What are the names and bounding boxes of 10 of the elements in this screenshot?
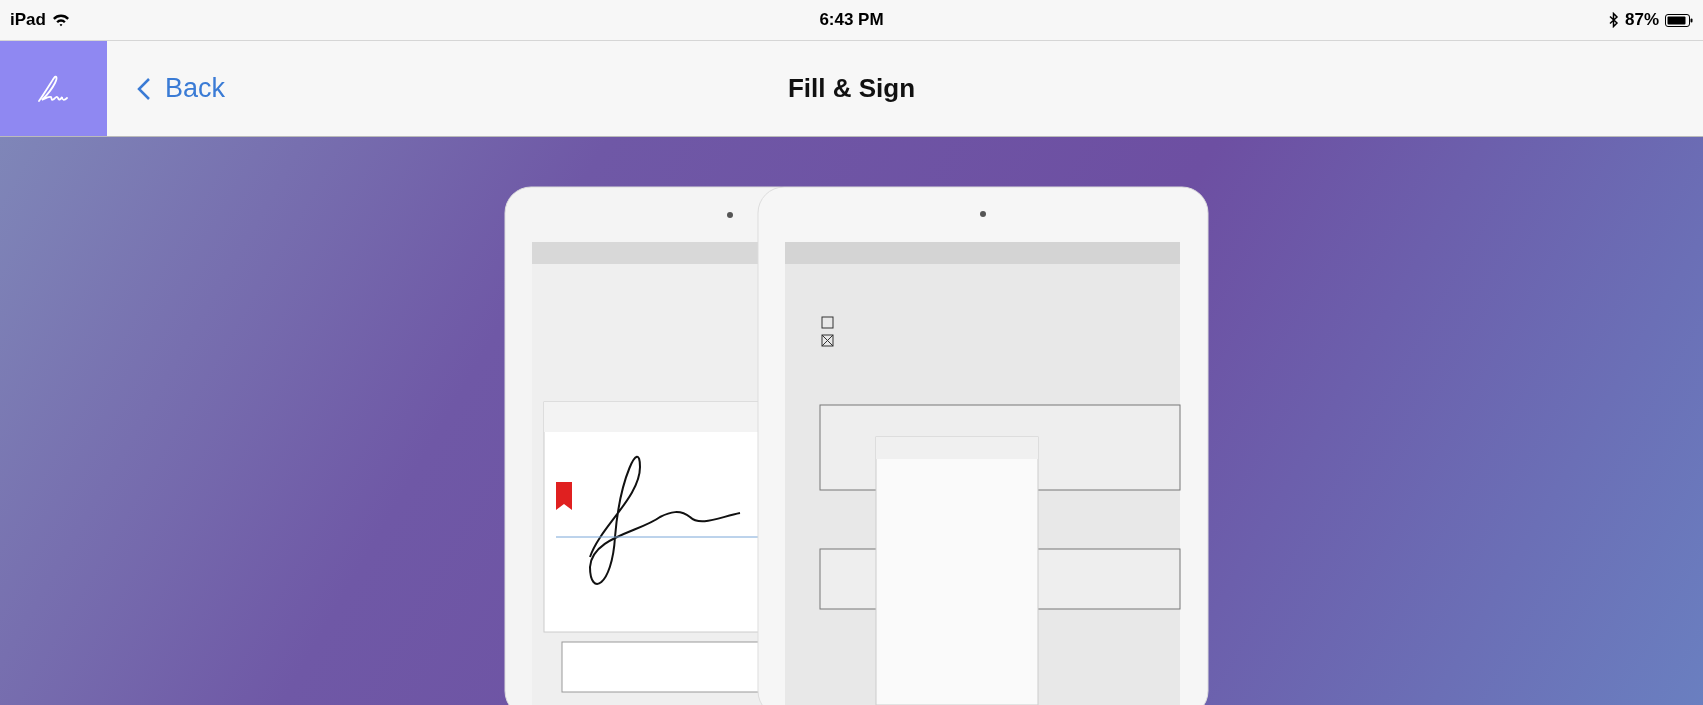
device-name: iPad bbox=[10, 10, 46, 30]
status-time: 6:43 PM bbox=[819, 10, 884, 30]
battery-icon bbox=[1665, 13, 1693, 27]
bluetooth-icon bbox=[1608, 12, 1619, 28]
nav-title: Fill & Sign bbox=[787, 73, 916, 104]
chevron-left-icon bbox=[137, 76, 151, 101]
battery-percentage: 87% bbox=[1624, 10, 1659, 30]
wifi-icon bbox=[51, 13, 70, 27]
back-button[interactable]: Back bbox=[133, 69, 230, 108]
signature-app-button[interactable] bbox=[0, 41, 107, 136]
